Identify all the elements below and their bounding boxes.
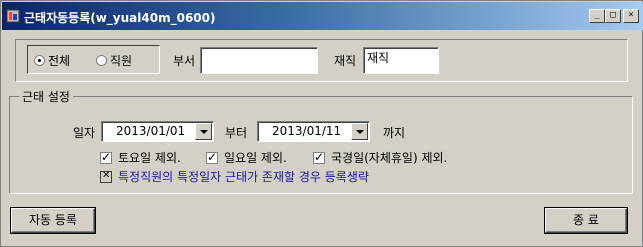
date-from-dropdown[interactable]: 2013/01/01 xyxy=(101,121,214,142)
department-input[interactable] xyxy=(200,47,318,74)
date-label: 일자 xyxy=(73,126,96,140)
until-label: 까지 xyxy=(383,126,406,140)
exclude-holiday-check-icon[interactable] xyxy=(313,150,325,164)
exclude-sunday-label: 일요일 제외. xyxy=(224,151,287,165)
radio-employee-indicator[interactable] xyxy=(96,55,107,66)
minimize-button[interactable]: _ xyxy=(589,9,605,23)
date-to-value: 2013/01/11 xyxy=(272,124,342,138)
skip-existing-label: 특정직원의 특정일자 근태가 존재할 경우 등록생략 xyxy=(118,170,369,184)
exclude-saturday-checkbox[interactable]: 토요일 제외. xyxy=(100,149,181,166)
date-to-chevron-down-icon[interactable] xyxy=(351,123,368,140)
exclude-saturday-label: 토요일 제외. xyxy=(118,151,181,165)
radio-all[interactable]: 전체 xyxy=(34,52,70,69)
radio-all-label: 전체 xyxy=(48,54,71,68)
exclude-holiday-label: 국경일(자체휴일) 제외. xyxy=(331,151,448,165)
skip-existing-x-icon[interactable] xyxy=(100,170,112,183)
close-button[interactable]: × xyxy=(623,9,639,23)
title-bar[interactable]: 근태자동등록(w_yual40m_0600) _ □ × xyxy=(2,2,643,30)
exclude-sunday-check-icon[interactable] xyxy=(206,150,218,164)
skip-existing-checkbox[interactable]: 특정직원의 특정일자 근태가 존재할 경우 등록생략 xyxy=(100,168,369,185)
date-from-value: 2013/01/01 xyxy=(116,124,186,138)
exclude-holiday-checkbox[interactable]: 국경일(자체휴일) 제외. xyxy=(313,149,447,166)
date-from-chevron-down-icon[interactable] xyxy=(195,123,212,140)
window-title: 근태자동등록(w_yual40m_0600) xyxy=(24,11,216,25)
radio-employee-label: 직원 xyxy=(110,54,133,68)
main-window: 근태자동등록(w_yual40m_0600) _ □ × 전체 직원 부서 재직… xyxy=(0,0,643,247)
employment-status-input[interactable]: 재직 xyxy=(363,47,439,74)
exclude-saturday-check-icon[interactable] xyxy=(100,150,112,164)
maximize-button[interactable]: □ xyxy=(605,9,621,23)
radio-all-indicator[interactable] xyxy=(34,55,45,66)
app-icon xyxy=(6,9,20,23)
from-label: 부터 xyxy=(225,126,248,140)
attendance-settings-title: 근태 설정 xyxy=(19,88,73,105)
exclude-sunday-checkbox[interactable]: 일요일 제외. xyxy=(206,149,287,166)
employment-status-label: 재직 xyxy=(334,54,357,68)
date-to-dropdown[interactable]: 2013/01/11 xyxy=(257,121,370,142)
auto-register-button[interactable]: 자동 등록 xyxy=(11,208,95,233)
radio-employee[interactable]: 직원 xyxy=(96,52,132,69)
exit-button[interactable]: 종 료 xyxy=(545,208,627,233)
department-label: 부서 xyxy=(173,54,196,68)
